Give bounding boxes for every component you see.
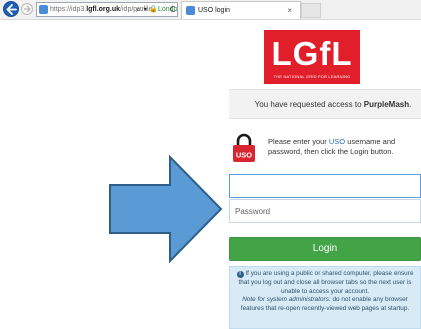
forward-arrow-icon [24, 5, 31, 13]
access-prefix: You have requested access to [254, 100, 364, 109]
tab-uso-login[interactable]: USO login × [181, 1, 301, 19]
uso-link[interactable]: USO [329, 137, 345, 146]
lgfl-logo: LGfL THE NATIONAL GRID FOR LEARNING [264, 30, 360, 84]
tab-favicon [186, 6, 195, 15]
page: https://idp3.lgfl.org.uk/idp/profile ⌕ ▾… [0, 0, 421, 329]
security-info-box: i If you are using a public or shared co… [229, 266, 421, 329]
pointer-arrow-icon [109, 155, 223, 263]
info-warning: If you are using a public or shared comp… [238, 270, 414, 295]
access-message: You have requested access to PurpleMash. [229, 89, 421, 119]
uso-icon-text: USO [236, 151, 252, 160]
notice-text-before: Please enter your [268, 137, 329, 146]
forward-button[interactable] [21, 3, 33, 15]
access-suffix: . [409, 100, 412, 109]
tab-title: USO login [198, 7, 230, 14]
login-button[interactable]: Login [229, 237, 421, 261]
lock-icon: 🔒 [149, 6, 158, 13]
back-button[interactable] [3, 1, 19, 17]
logo-text: LGfL [271, 35, 353, 72]
address-bar[interactable]: https://idp3.lgfl.org.uk/idp/profile ⌕ ▾… [36, 2, 178, 17]
password-input[interactable] [229, 199, 421, 223]
info-admin-note-label: Note for system administrators: [242, 296, 331, 304]
service-name: PurpleMash [363, 100, 410, 109]
browser-toolbar: https://idp3.lgfl.org.uk/idp/profile ⌕ ▾… [0, 0, 421, 20]
search-icon[interactable]: ⌕ ▾ [136, 3, 147, 16]
login-instructions: Please enter your USO username and passw… [268, 137, 420, 157]
new-tab-button[interactable] [301, 3, 321, 18]
info-icon: i [236, 271, 244, 278]
username-input[interactable] [229, 174, 421, 198]
refresh-icon[interactable]: C [170, 3, 179, 16]
url-host: lgfl.org.uk [86, 6, 121, 13]
close-icon[interactable]: × [287, 2, 292, 19]
back-arrow-icon [6, 4, 17, 15]
url-prefix: https://idp3. [50, 6, 87, 13]
logo-tagline: THE NATIONAL GRID FOR LEARNING [273, 74, 351, 79]
site-favicon [39, 5, 48, 14]
uso-padlock-icon: USO [233, 133, 255, 162]
